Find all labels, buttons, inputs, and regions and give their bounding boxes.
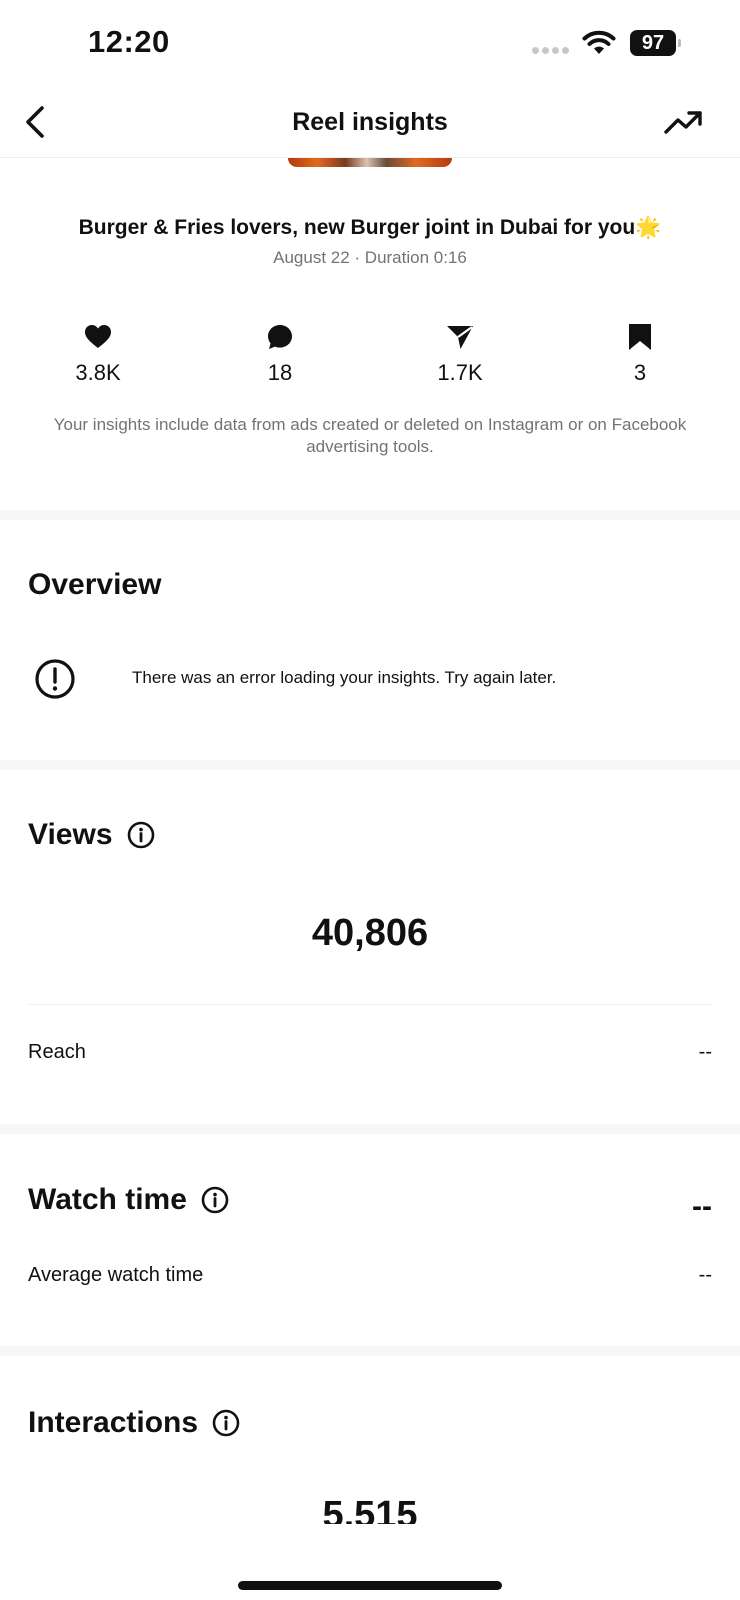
overview-title: Overview [28, 568, 162, 601]
average-watch-time-label: Average watch time [28, 1264, 204, 1286]
row-divider [28, 1004, 712, 1005]
status-bar: 12:20 97 [0, 0, 740, 88]
section-divider [0, 1124, 740, 1134]
watch-time-value: -- [692, 1190, 712, 1223]
info-icon[interactable] [212, 1409, 240, 1437]
overview-error: There was an error loading your insights… [0, 654, 740, 706]
saves-count: 3 [633, 360, 647, 385]
reach-label: Reach [28, 1041, 86, 1063]
reel-meta: August 22 · Duration 0:16 [273, 248, 467, 267]
share-icon [447, 326, 473, 349]
info-icon[interactable] [127, 821, 155, 849]
home-indicator[interactable] [238, 1581, 502, 1590]
reel-caption: Burger & Fries lovers, new Burger joint … [78, 216, 662, 239]
likes-stat: 3.8K [38, 322, 158, 386]
reach-value: -- [698, 1041, 712, 1063]
likes-count: 3.8K [75, 360, 121, 385]
interactions-title: Interactions [28, 1406, 199, 1439]
info-icon[interactable] [201, 1186, 229, 1214]
watch-time-title: Watch time [28, 1183, 187, 1216]
comment-icon [268, 325, 292, 349]
comments-stat: 18 [220, 322, 340, 386]
average-watch-time-value: -- [698, 1264, 712, 1286]
ads-disclaimer: Your insights include data from ads crea… [53, 415, 687, 456]
nav-bar: Reel insights [0, 88, 740, 158]
interactions-section-title: Interactions [28, 1406, 240, 1440]
watch-time-section-title: Watch time [28, 1183, 229, 1217]
section-divider [0, 760, 740, 770]
engagement-stats: 3.8K 18 1.7K 3 [0, 322, 740, 392]
section-divider [0, 510, 740, 520]
shares-stat: 1.7K [400, 322, 520, 386]
status-time: 12:20 [88, 24, 170, 59]
views-title: Views [28, 818, 113, 851]
heart-icon [85, 325, 111, 348]
reel-thumbnail[interactable] [288, 158, 452, 167]
trending-up-icon[interactable] [662, 102, 706, 142]
bookmark-icon [629, 324, 651, 350]
wifi-icon [582, 30, 616, 54]
battery-icon: 97 [630, 30, 681, 56]
views-section-title: Views [28, 818, 155, 852]
section-divider [0, 1346, 740, 1356]
battery-level: 97 [630, 30, 676, 56]
cellular-signal-icon [532, 47, 569, 54]
alert-circle-icon [35, 659, 75, 699]
views-count: 40,806 [311, 912, 429, 954]
overview-section-title: Overview [28, 568, 161, 602]
shares-count: 1.7K [437, 360, 483, 385]
page-title: Reel insights [292, 108, 448, 136]
comments-count: 18 [267, 360, 293, 385]
saves-stat: 3 [580, 322, 700, 386]
error-message: There was an error loading your insights… [132, 668, 557, 687]
interactions-count: 5,515 [322, 1494, 418, 1524]
